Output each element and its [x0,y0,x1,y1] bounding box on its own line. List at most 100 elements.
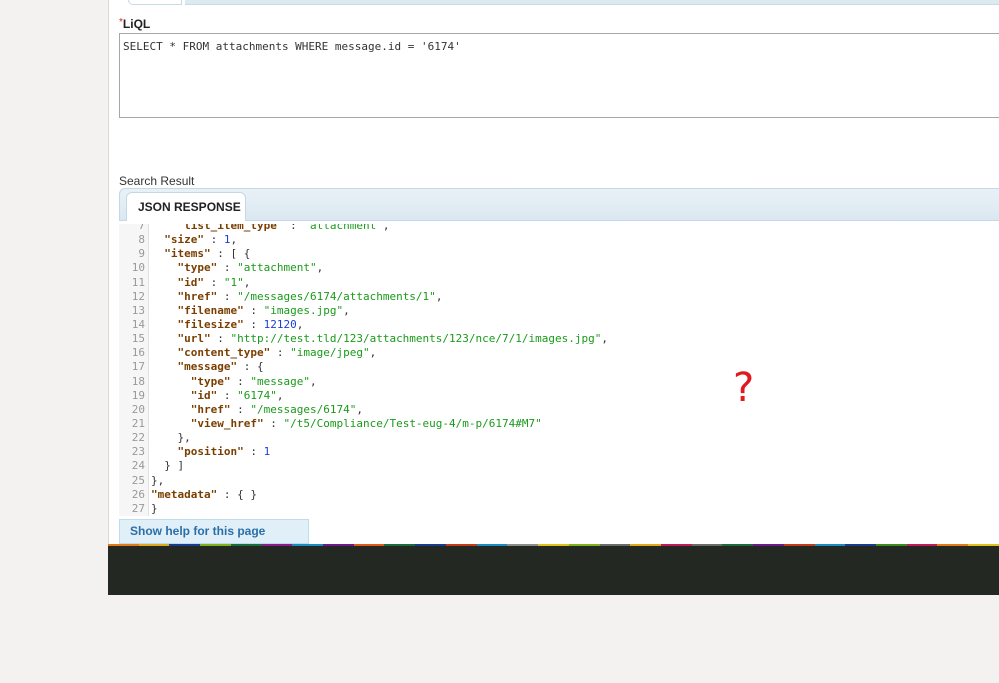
code-line: 16 "content_type" : "image/jpeg", [119,346,999,361]
stripe-segment [353,544,385,546]
stripe-segment [691,544,723,546]
line-number: 7 [119,224,149,234]
stripe-segment [660,544,692,546]
code-text: }, [151,431,191,445]
code-text: "type" : "attachment", [177,261,324,275]
stripe-segment [968,544,999,546]
code-line: 10 "type" : "attachment", [119,261,999,276]
stripe-segment [323,544,354,546]
line-number: 22 [119,431,149,446]
code-text: "href" : "/messages/6174/attachments/1", [177,289,443,303]
stripe-segment [722,544,754,546]
line-number: 17 [119,360,149,375]
code-line: 18 "type" : "message", [119,374,999,389]
stripe-segment [415,544,446,546]
question-mark-annotation: ? [733,365,755,411]
stripe-segment [753,544,784,546]
code-line: 17 "message" : { [119,360,999,375]
line-number: 13 [119,303,149,318]
code-line: 7 "list_item_type" : "attachment", [119,224,999,234]
code-text: "view_href" : "/t5/Compliance/Test-eug-4… [190,416,542,430]
code-line: 9 "items" : [ { [119,247,999,262]
stripe-segment [230,544,262,546]
code-text: "metadata" : { } [151,487,257,501]
code-text: "list_item_type" : "attachment", [177,224,390,232]
liql-label: *LiQL [119,17,150,31]
liql-label-text: LiQL [122,17,151,31]
line-number: 9 [119,247,149,262]
stripe-segment [875,544,907,546]
stripe-segment [630,544,661,546]
stripe-segment [937,544,969,546]
stripe-segment [292,544,324,546]
code-text: "href" : "/messages/6174", [190,402,363,416]
line-number: 8 [119,233,149,248]
code-text: } [151,501,158,515]
code-text: "position" : 1 [177,445,271,459]
liql-query-input[interactable]: SELECT * FROM attachments WHERE message.… [119,33,999,118]
line-number: 11 [119,275,149,290]
stripe-segment [507,544,539,546]
code-line: 22 }, [119,431,999,446]
code-line: 27} [119,501,999,516]
code-text: "id" : "6174", [190,388,284,402]
code-text: } ] [151,459,185,473]
code-text: "message" : { [177,360,264,374]
stripe-segment [108,544,139,546]
line-number: 15 [119,332,149,347]
top-tab[interactable] [128,0,182,5]
code-text: "type" : "message", [190,374,317,388]
search-result-label: Search Result [119,174,195,188]
stripe-segment [845,544,876,546]
line-number: 20 [119,402,149,417]
code-text: "items" : [ { [164,247,251,261]
stripe-segment [538,544,569,546]
stripe-segment [568,544,600,546]
stripe-segment [906,544,938,546]
line-number: 27 [119,501,149,516]
main-panel: *LiQL SELECT * FROM attachments WHERE me… [108,0,999,544]
code-line: 13 "filename" : "images.jpg", [119,303,999,318]
top-tabbar [121,0,999,5]
result-tabbar: JSON RESPONSE [119,188,999,221]
line-number: 21 [119,416,149,432]
stripe-segment [783,544,815,546]
show-help-link[interactable]: Show help for this page [119,519,309,544]
code-line: 23 "position" : 1 [119,445,999,460]
code-text: "content_type" : "image/jpeg", [177,346,377,360]
code-line: 11 "id" : "1", [119,275,999,290]
page-footer [108,544,999,595]
line-number: 18 [119,374,149,389]
code-line: 21 "view_href" : "/t5/Compliance/Test-eu… [119,416,999,432]
stripe-segment [814,544,846,546]
line-number: 10 [119,261,149,276]
stripe-segment [200,544,231,546]
line-number: 24 [119,459,149,474]
stripe-segment [445,544,477,546]
code-line: 25}, [119,473,999,488]
stripe-segment [138,544,170,546]
line-number: 12 [119,289,149,304]
json-response-viewer[interactable]: 7 "list_item_type" : "attachment", 8 "siz… [119,224,999,520]
code-line: 20 "href" : "/messages/6174", [119,402,999,417]
line-number: 25 [119,473,149,488]
code-line: 8 "size" : 1, [119,233,999,248]
tab-json-response[interactable]: JSON RESPONSE [126,192,246,221]
stripe-segment [261,544,293,546]
code-line: 12 "href" : "/messages/6174/attachments/… [119,289,999,304]
line-number: 26 [119,487,149,502]
code-line: 14 "filesize" : 12120, [119,317,999,333]
line-number: 23 [119,445,149,460]
stripe-segment [599,544,631,546]
code-text: "filename" : "images.jpg", [177,303,350,317]
stripe-segment [384,544,416,546]
line-number: 19 [119,388,149,403]
stripe-segment [169,544,201,546]
footer-color-stripe [108,544,999,546]
code-text: "size" : 1, [164,233,238,247]
code-line: 26 "metadata" : { } [119,487,999,502]
stripe-segment [476,544,508,546]
code-line: 19 "id" : "6174", [119,388,999,403]
code-line: 24 } ] [119,459,999,474]
code-text: "filesize" : 12120, [177,317,304,331]
